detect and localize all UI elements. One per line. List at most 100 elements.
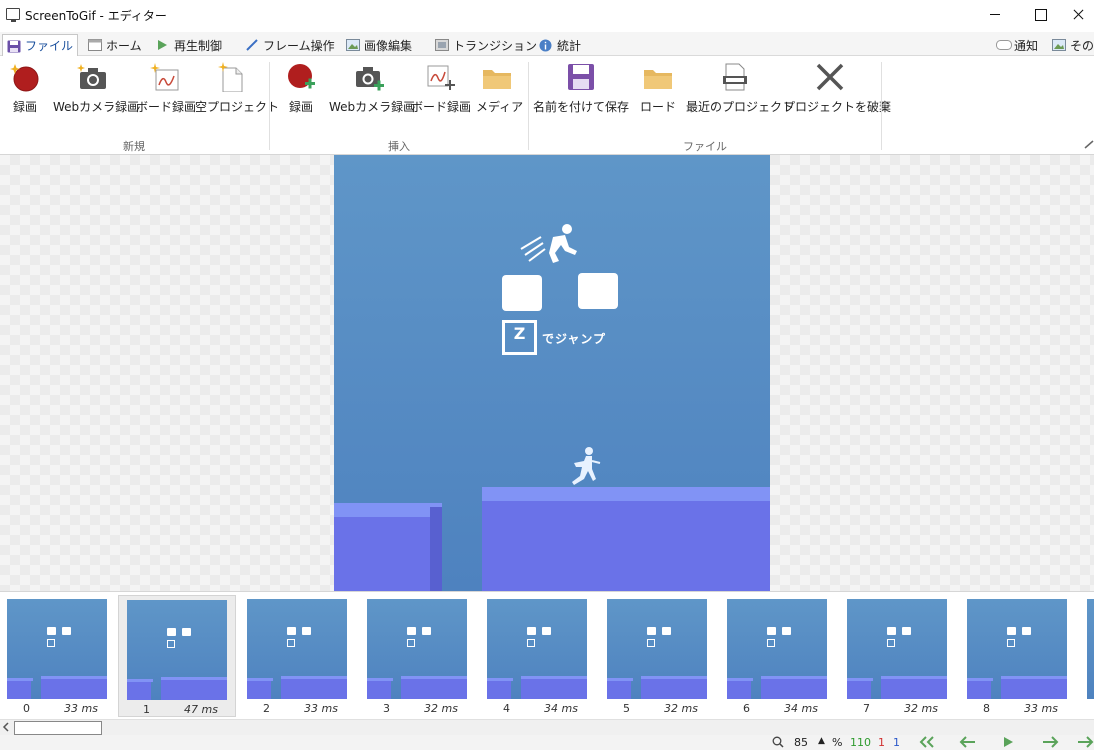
jump-hint-text: でジャンプ (542, 332, 607, 346)
frame-image (727, 599, 827, 699)
minimize-button[interactable] (972, 0, 1018, 30)
frame-thumbnail[interactable]: 7 32 ms (839, 595, 957, 717)
close-icon (814, 62, 846, 92)
tab-label: 統計 (557, 38, 582, 53)
frame-thumbnail[interactable]: 2 33 ms (239, 595, 357, 717)
frame-thumbnail-selected[interactable]: 1 47 ms (118, 595, 236, 717)
new-webcam-recording-button[interactable]: Webカメラ録画 (53, 62, 139, 115)
previous-frame-icon[interactable] (958, 736, 978, 751)
frame-index: 7 (863, 702, 870, 715)
save-icon (565, 62, 597, 92)
button-label: Webカメラ録画 (329, 100, 416, 114)
app-icon (6, 8, 20, 22)
platform-right-top (482, 487, 770, 501)
load-button[interactable]: ロード (640, 62, 676, 115)
frame-image (607, 599, 707, 699)
last-frame-icon[interactable] (1076, 736, 1094, 751)
tab-playback[interactable]: 再生制御 (152, 34, 226, 56)
transition-icon (435, 39, 449, 51)
tab-notifications[interactable]: 通知 (992, 34, 1042, 56)
other-icon (1052, 39, 1066, 51)
frame-thumbnail[interactable]: 8 33 ms (959, 595, 1077, 717)
frame-delay: 33 ms (304, 702, 338, 715)
frame-index: 2 (263, 702, 270, 715)
frame-thumbnail[interactable]: 4 34 ms (479, 595, 597, 717)
frame-delay: 32 ms (424, 702, 458, 715)
scroll-thumb[interactable] (14, 721, 102, 735)
play-icon (156, 39, 170, 51)
tab-image-edit[interactable]: 画像編集 (342, 34, 416, 56)
frame-thumbnail-partial[interactable] (1087, 599, 1094, 699)
zoom-icon (772, 736, 784, 751)
frame-image (847, 599, 947, 699)
tab-home[interactable]: ホーム (84, 34, 146, 56)
frame-index: 6 (743, 702, 750, 715)
frame-thumbnail[interactable]: 6 34 ms (719, 595, 837, 717)
zoom-stepper-icon[interactable]: ▲ (818, 736, 825, 746)
folder-icon (481, 62, 513, 92)
frame-index: 1 (143, 703, 150, 716)
zoom-unit: % (832, 736, 843, 749)
group-separator (528, 62, 529, 150)
frame-thumbnail[interactable]: 5 32 ms (599, 595, 717, 717)
group-separator (269, 62, 270, 150)
scroll-left-icon[interactable] (2, 721, 14, 735)
insert-board-recording-button[interactable]: ボード録画 (411, 62, 471, 115)
tab-file[interactable]: ファイル (2, 34, 79, 57)
current-frame: 1 (893, 736, 900, 749)
editor-canvas[interactable]: Z でジャンプ (0, 155, 1094, 591)
save-as-button[interactable]: 名前を付けて保存 (533, 62, 629, 115)
platform-right (482, 501, 770, 591)
tab-label: ファイル (25, 39, 74, 53)
ribbon-collapse-icon[interactable] (1084, 138, 1094, 149)
tab-other[interactable]: その (1048, 34, 1094, 56)
jump-pad-left (502, 275, 542, 311)
insert-recording-button[interactable]: 録画 (284, 62, 318, 115)
frame-thumbnail[interactable]: 3 32 ms (359, 595, 477, 717)
board-icon (149, 62, 181, 92)
button-label: 録画 (288, 100, 313, 114)
tab-label: ホーム (106, 38, 142, 53)
folder-open-icon (642, 62, 674, 92)
tab-label: フレーム操作 (263, 38, 335, 53)
discard-project-button[interactable]: プロジェクトを破棄 (783, 62, 891, 115)
new-recording-button[interactable]: 録画 (8, 62, 42, 115)
tab-frame-ops[interactable]: フレーム操作 (241, 34, 339, 56)
platform-left-side (430, 507, 442, 591)
frame-index: 4 (503, 702, 510, 715)
tab-label: その (1070, 38, 1094, 53)
selected-count: 1 (878, 736, 885, 749)
recent-projects-button[interactable]: 最近のプロジェクト (686, 62, 794, 115)
frame-image (367, 599, 467, 699)
tab-label: 再生制御 (174, 38, 223, 53)
close-button[interactable] (1064, 0, 1094, 30)
next-frame-icon[interactable] (1040, 736, 1060, 751)
frame-preview: Z でジャンプ (334, 155, 770, 591)
insert-webcam-recording-button[interactable]: Webカメラ録画 (329, 62, 416, 115)
tab-label: 画像編集 (364, 38, 413, 53)
group-label-insert: 挿入 (388, 140, 410, 153)
new-empty-project-button[interactable]: 空プロジェクト (195, 62, 280, 115)
camera-icon (77, 62, 109, 92)
frame-thumbnail[interactable]: 0 33 ms (0, 595, 117, 717)
zoom-value[interactable]: 85 (794, 736, 808, 749)
insert-media-button[interactable]: メディア (476, 62, 523, 115)
new-board-recording-button[interactable]: ボード録画 (136, 62, 196, 115)
first-frame-icon[interactable] (918, 736, 938, 751)
frame-delay: 32 ms (904, 702, 938, 715)
frame-delay: 34 ms (784, 702, 818, 715)
frame-index: 5 (623, 702, 630, 715)
camera-add-icon (353, 62, 385, 92)
maximize-button[interactable] (1018, 0, 1064, 30)
frame-list[interactable]: 0 33 ms 1 47 ms 2 33 ms 3 32 ms 4 34 ms … (0, 591, 1094, 719)
play-icon[interactable] (1002, 736, 1014, 751)
tab-transition[interactable]: トランジション (431, 34, 541, 56)
runner-icon (520, 224, 577, 263)
frame-delay: 34 ms (544, 702, 578, 715)
frame-delay: 33 ms (1024, 702, 1058, 715)
group-label-file: ファイル (683, 140, 727, 153)
button-label: 空プロジェクト (195, 100, 280, 114)
tab-statistics[interactable]: 統計 (535, 34, 585, 56)
frame-list-scrollbar[interactable] (0, 719, 1094, 735)
title-bar: ScreenToGif - エディター (0, 0, 1094, 30)
